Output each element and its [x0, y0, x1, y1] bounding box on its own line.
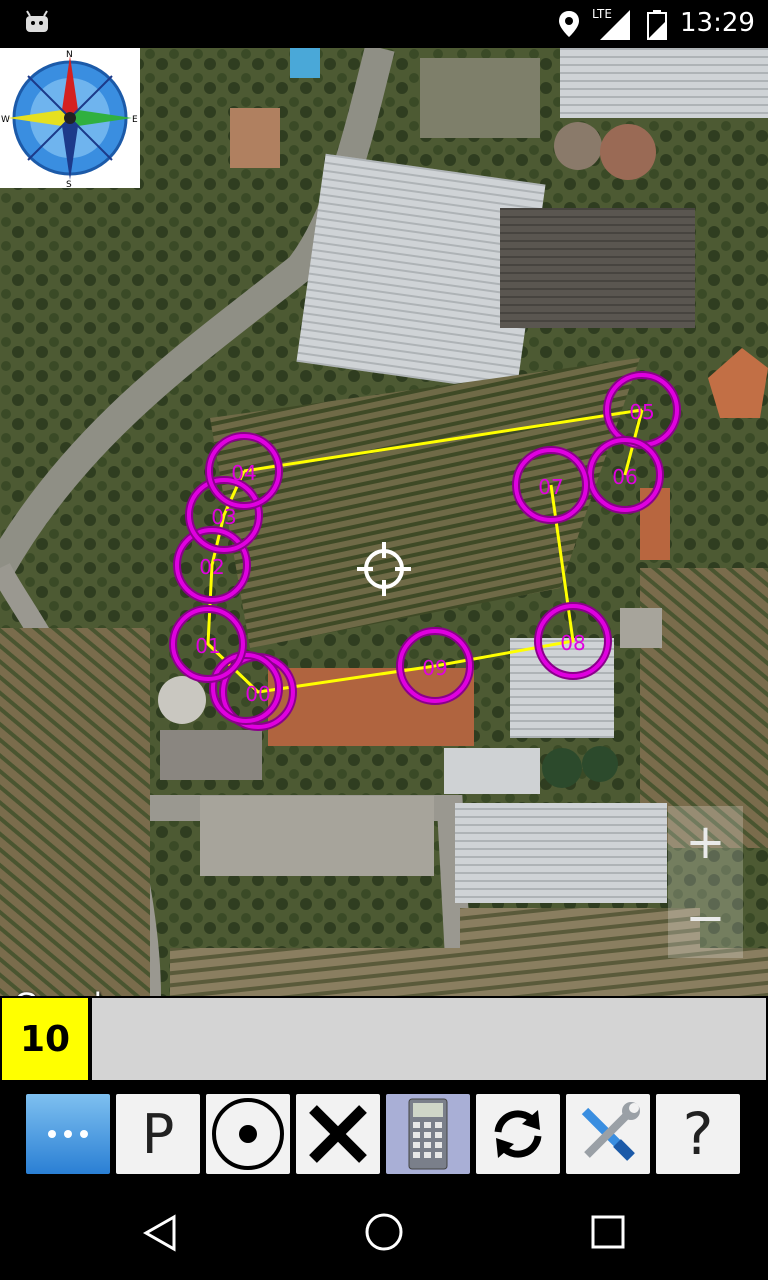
settings-button[interactable]	[566, 1094, 650, 1174]
info-field	[92, 998, 766, 1080]
svg-text:02: 02	[199, 555, 224, 579]
calculator-icon	[408, 1098, 448, 1170]
delete-button[interactable]	[296, 1094, 380, 1174]
help-button[interactable]: ?	[656, 1094, 740, 1174]
home-icon[interactable]	[364, 1212, 404, 1252]
svg-text:00: 00	[245, 682, 270, 706]
svg-text:N: N	[66, 50, 73, 60]
center-button[interactable]	[206, 1094, 290, 1174]
location-icon	[559, 11, 579, 37]
back-icon[interactable]	[142, 1214, 178, 1252]
calculator-button[interactable]	[386, 1094, 470, 1174]
target-dot-icon	[212, 1098, 284, 1170]
google-attribution: Google	[14, 986, 120, 996]
svg-text:07: 07	[538, 475, 563, 499]
refresh-button[interactable]	[476, 1094, 560, 1174]
zoom-in-button[interactable]: +	[668, 806, 743, 882]
zoom-out-button[interactable]: −	[668, 882, 743, 958]
svg-text:08: 08	[560, 631, 585, 655]
satellite-map[interactable]: 00 01 02 03 04 05 06 07 08 09 Google	[0, 48, 768, 996]
svg-text:LTE: LTE	[592, 7, 612, 21]
svg-text:W: W	[1, 115, 10, 125]
svg-text:05: 05	[629, 400, 654, 424]
refresh-icon	[494, 1110, 542, 1158]
signal-icon: LTE	[592, 7, 630, 40]
zoom-controls: + −	[668, 806, 743, 958]
compass-widget[interactable]: N S W E	[0, 48, 140, 190]
svg-text:01: 01	[195, 634, 220, 658]
tools-icon	[581, 1102, 640, 1161]
p-button-label: P	[141, 1102, 175, 1166]
android-debug-icon	[26, 10, 48, 32]
point-counter: 10	[2, 998, 88, 1080]
help-button-label: ?	[682, 1100, 714, 1168]
battery-icon	[647, 10, 667, 40]
svg-text:06: 06	[612, 465, 637, 489]
svg-text:09: 09	[422, 656, 447, 680]
x-icon	[309, 1105, 367, 1163]
svg-text:04: 04	[231, 461, 256, 485]
svg-text:E: E	[132, 115, 138, 125]
p-button[interactable]: P	[116, 1094, 200, 1174]
clock: 13:29	[680, 8, 755, 38]
system-nav-bar	[0, 1184, 768, 1280]
svg-text:S: S	[66, 180, 72, 188]
recents-icon[interactable]	[590, 1214, 626, 1250]
svg-text:03: 03	[211, 505, 236, 529]
compass-icon: N S W E	[1, 50, 138, 190]
status-bar: LTE 13:29	[0, 0, 768, 48]
more-button[interactable]	[26, 1094, 110, 1174]
more-dots-icon	[48, 1130, 88, 1138]
